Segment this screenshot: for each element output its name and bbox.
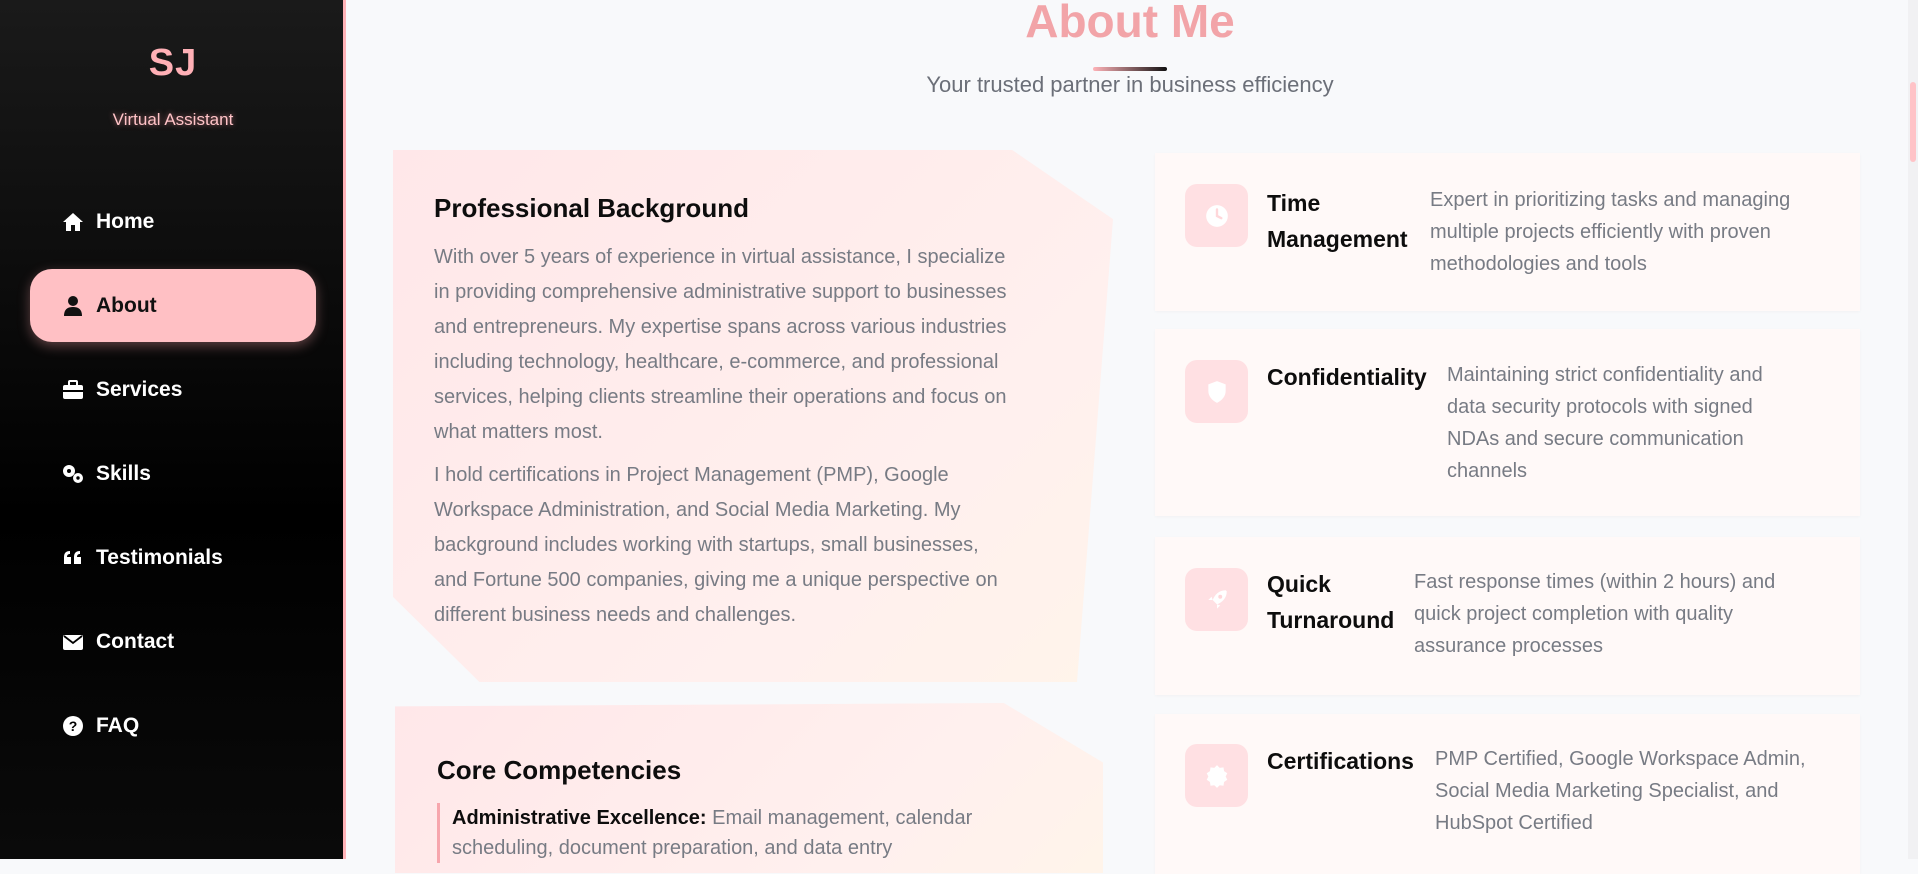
background-paragraph-1: With over 5 years of experience in virtu… bbox=[434, 240, 1007, 450]
sidebar-item-about[interactable]: About bbox=[30, 269, 316, 342]
feature-description: Expert in prioritizing tasks and managin… bbox=[1430, 184, 1790, 280]
text-line: in providing comprehensive administrativ… bbox=[434, 281, 1007, 303]
feature-title: Certifications bbox=[1267, 743, 1414, 779]
text-line: Fast response times (within 2 hours) and bbox=[1414, 571, 1776, 593]
text-line: assurance processes bbox=[1414, 635, 1603, 657]
sidebar-item-testimonials[interactable]: Testimonials bbox=[30, 521, 316, 594]
text-line: With over 5 years of experience in virtu… bbox=[434, 246, 1006, 268]
logo[interactable]: SJ bbox=[0, 42, 346, 85]
title-line: Confidentiality bbox=[1267, 364, 1427, 390]
user-icon bbox=[60, 293, 86, 319]
quote-icon bbox=[60, 545, 86, 571]
background-heading: Professional Background bbox=[434, 193, 749, 223]
sidebar-item-label: Services bbox=[96, 377, 183, 401]
sidebar-item-faq[interactable]: ? FAQ bbox=[30, 689, 316, 762]
sidebar-item-label: Testimonials bbox=[96, 545, 223, 569]
page-subtitle: Your trusted partner in business efficie… bbox=[926, 72, 1334, 97]
svg-text:?: ? bbox=[69, 718, 78, 734]
competencies-heading: Core Competencies bbox=[437, 755, 682, 785]
sidebar-item-label: Skills bbox=[96, 461, 151, 485]
background-paragraph-2: I hold certifications in Project Managem… bbox=[434, 458, 998, 633]
competency-item: Administrative Excellence: Email managem… bbox=[437, 803, 1072, 863]
text-line: Social Media Marketing Specialist, and bbox=[1435, 780, 1779, 802]
text-line: HubSpot Certified bbox=[1435, 812, 1593, 834]
scrollbar-thumb[interactable] bbox=[1910, 82, 1916, 162]
shield-icon bbox=[1185, 360, 1248, 423]
sidebar-item-label: Contact bbox=[96, 629, 175, 653]
text-line: including technology, healthcare, e-comm… bbox=[434, 351, 999, 373]
title-line: Certifications bbox=[1267, 748, 1414, 774]
text-line: background includes working with startup… bbox=[434, 534, 979, 556]
sidebar-item-services[interactable]: Services bbox=[30, 353, 316, 426]
feature-card-certifications: Certifications PMP Certified, Google Wor… bbox=[1155, 714, 1860, 874]
feature-title: Confidentiality bbox=[1267, 359, 1427, 395]
text-line: and Fortune 500 companies, giving me a u… bbox=[434, 569, 998, 591]
text-line: quick project completion with quality bbox=[1414, 603, 1734, 625]
text-line: channels bbox=[1447, 460, 1528, 482]
competency-text: Email management, calendar bbox=[706, 807, 973, 829]
title-line: Management bbox=[1267, 226, 1408, 252]
feature-card-time-management: Time Management Expert in prioritizing t… bbox=[1155, 153, 1860, 311]
text-line: Workspace Administration, and Social Med… bbox=[434, 499, 961, 521]
text-line: and entrepreneurs. My expertise spans ac… bbox=[434, 316, 1007, 338]
text-line: data security protocols with signed bbox=[1447, 396, 1753, 418]
text-line: different business needs and challenges. bbox=[434, 604, 797, 626]
scrollbar[interactable] bbox=[1908, 0, 1918, 859]
title-line: Turnaround bbox=[1267, 607, 1395, 633]
feature-card-confidentiality: Confidentiality Maintaining strict confi… bbox=[1155, 329, 1860, 516]
home-icon bbox=[60, 209, 86, 235]
feature-card-quick-turnaround: Quick Turnaround Fast response times (wi… bbox=[1155, 537, 1860, 695]
feature-description: Maintaining strict confidentiality and d… bbox=[1447, 359, 1763, 487]
badge-icon bbox=[1185, 744, 1248, 807]
feature-description: PMP Certified, Google Workspace Admin, S… bbox=[1435, 743, 1806, 839]
feature-title: Time Management bbox=[1267, 185, 1408, 257]
title-underline bbox=[1093, 67, 1167, 71]
text-line: Expert in prioritizing tasks and managin… bbox=[1430, 189, 1791, 211]
sidebar: SJ Virtual Assistant Home About Services… bbox=[0, 0, 346, 859]
sidebar-item-contact[interactable]: Contact bbox=[30, 605, 316, 678]
envelope-icon bbox=[60, 629, 86, 655]
role-label: Virtual Assistant bbox=[112, 110, 234, 129]
title-line: Quick bbox=[1267, 571, 1331, 597]
question-circle-icon: ? bbox=[60, 713, 86, 739]
text-line: I hold certifications in Project Managem… bbox=[434, 464, 949, 486]
text-line: methodologies and tools bbox=[1430, 253, 1647, 275]
sidebar-item-label: FAQ bbox=[96, 713, 140, 737]
sidebar-item-home[interactable]: Home bbox=[30, 185, 316, 258]
text-line: PMP Certified, Google Workspace Admin, bbox=[1435, 748, 1806, 770]
text-line: multiple projects efficiently with prove… bbox=[1430, 221, 1771, 243]
feature-title: Quick Turnaround bbox=[1267, 566, 1394, 638]
text-line: services, helping clients streamline the… bbox=[434, 386, 1007, 408]
text-line: NDAs and secure communication bbox=[1447, 428, 1744, 450]
sidebar-item-label: Home bbox=[96, 209, 155, 233]
feature-description: Fast response times (within 2 hours) and… bbox=[1414, 566, 1775, 662]
text-line: Maintaining strict confidentiality and bbox=[1447, 364, 1763, 386]
sidebar-item-label: About bbox=[96, 293, 157, 317]
clock-icon bbox=[1185, 184, 1248, 247]
page-title: About Me bbox=[1025, 0, 1235, 47]
gears-icon bbox=[60, 461, 86, 487]
rocket-icon bbox=[1185, 568, 1248, 631]
title-line: Time bbox=[1267, 190, 1321, 216]
briefcase-icon bbox=[60, 377, 86, 403]
competency-label: Administrative Excellence: bbox=[452, 807, 707, 829]
text-line: what matters most. bbox=[434, 421, 603, 443]
sidebar-item-skills[interactable]: Skills bbox=[30, 437, 316, 510]
